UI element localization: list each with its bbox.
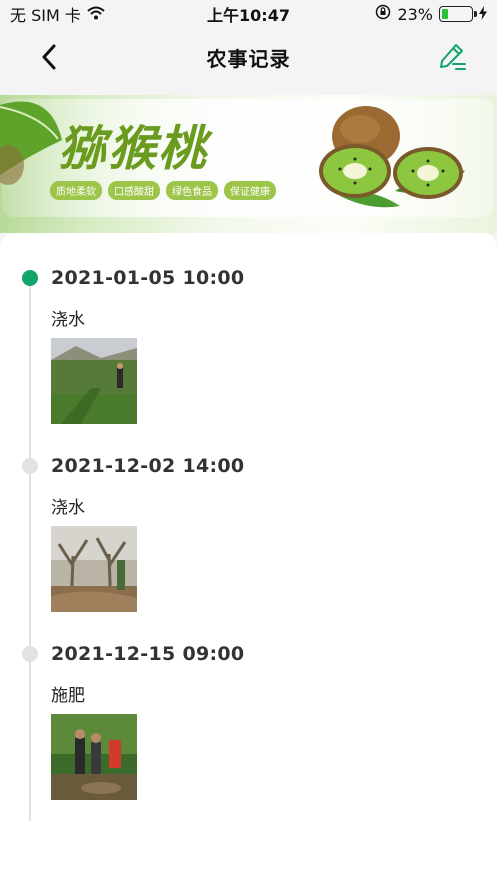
orchard-photo-image <box>51 714 137 800</box>
timeline-dot-active <box>22 270 38 286</box>
record-time: 2021-12-02 14:00 <box>51 455 245 477</box>
banner-tag: 保证健康 <box>224 181 276 200</box>
status-bar: 无 SIM 卡 上午10:47 23% <box>0 0 497 28</box>
chevron-left-icon <box>42 44 56 70</box>
add-record-button[interactable] <box>435 40 469 74</box>
record-photo[interactable] <box>51 526 137 612</box>
records-panel[interactable]: 2021-01-05 10:00 浇水 2021-12-02 14:00 浇水 <box>0 233 497 883</box>
record-time: 2021-12-15 09:00 <box>51 643 245 665</box>
charging-bolt-icon <box>479 5 487 24</box>
orchard-photo-image <box>51 526 137 612</box>
record-photo[interactable] <box>51 338 137 424</box>
banner-title: 猕猴桃 <box>58 121 209 177</box>
battery-percent: 23% <box>397 4 433 24</box>
banner-tags: 质地柔软 口感酸甜 绿色食品 保证健康 <box>50 181 276 200</box>
record-time: 2021-01-05 10:00 <box>51 267 245 289</box>
kiwi-fruit-image <box>319 106 465 208</box>
battery-level-fill <box>442 9 449 19</box>
carrier-label: 无 SIM 卡 <box>10 6 81 25</box>
back-button[interactable] <box>34 40 64 74</box>
orchard-photo-image <box>51 338 137 424</box>
farm-records-screen: 无 SIM 卡 上午10:47 23% 农事记录 猕猴桃 质地柔软 口感酸甜 绿… <box>0 0 497 883</box>
timeline-dot <box>22 458 38 474</box>
battery-icon <box>439 6 477 22</box>
record-task: 浇水 <box>51 498 85 518</box>
timeline-dot <box>22 646 38 662</box>
record-task: 施肥 <box>51 686 85 706</box>
banner-tag: 绿色食品 <box>166 181 218 200</box>
timeline-line <box>29 273 31 821</box>
page-title: 农事记录 <box>206 46 291 71</box>
nav-bar: 农事记录 <box>0 28 497 86</box>
record-task: 浇水 <box>51 310 85 330</box>
record-photo[interactable] <box>51 714 137 800</box>
status-right: 23% <box>375 4 487 24</box>
edit-pen-icon <box>440 44 466 70</box>
status-left: 无 SIM 卡 <box>10 2 105 26</box>
kiwi-banner[interactable]: 猕猴桃 质地柔软 口感酸甜 绿色食品 保证健康 <box>0 95 497 233</box>
banner-tag: 质地柔软 <box>50 181 102 200</box>
wifi-icon <box>87 5 105 24</box>
orientation-lock-icon <box>375 4 391 24</box>
banner-tag: 口感酸甜 <box>108 181 160 200</box>
